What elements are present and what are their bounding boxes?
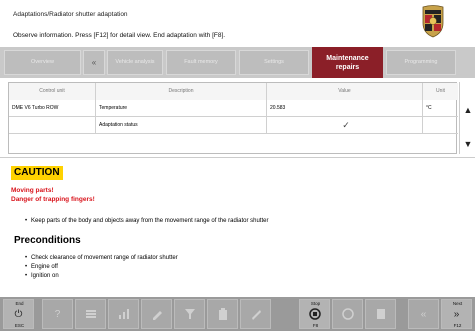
warning-moving-parts: Moving parts! — [11, 187, 54, 194]
cell-value: 20.583 — [267, 100, 423, 117]
bar-chart-icon — [118, 309, 129, 319]
tab-maintenance-repairs[interactable]: Maintenance repairs — [312, 47, 383, 78]
column-header-unit: Unit — [423, 83, 458, 100]
cell-unit — [423, 117, 458, 134]
tab-back-arrow[interactable]: « — [83, 50, 105, 75]
instruction-text: Observe information. Press [F12] for det… — [13, 32, 226, 39]
list-button[interactable] — [75, 299, 106, 329]
values-table: Control unit Description Value Unit DME … — [8, 82, 458, 154]
warning-instruction: Keep parts of the body and objects away … — [25, 218, 268, 224]
filter-button[interactable] — [174, 299, 205, 329]
column-header-description: Description — [96, 83, 267, 100]
tools-button[interactable] — [240, 299, 271, 329]
warning-trapping-fingers: Danger of trapping fingers! — [11, 196, 95, 203]
help-icon: ? — [54, 308, 61, 320]
wrench-icon — [251, 310, 261, 320]
function-toolbar: End ⏻ ESC ? Stop F8 « Next » F12 — [0, 297, 475, 331]
stop-icon — [308, 308, 321, 320]
document-button[interactable] — [365, 299, 396, 329]
tab-settings[interactable]: Settings — [239, 50, 309, 75]
header: Adaptations/Radiator shutter adaptation … — [0, 0, 475, 46]
precondition-item: Check clearance of movement range of rad… — [25, 255, 178, 261]
measure-button[interactable] — [108, 299, 139, 329]
preconditions-heading: Preconditions — [14, 235, 81, 246]
table-row[interactable]: DME V6 Turbo ROW Temperature 20.583 °C — [9, 100, 458, 117]
next-button[interactable]: Next » F12 — [441, 299, 472, 329]
battery-button[interactable] — [207, 299, 238, 329]
pencil-icon — [152, 311, 162, 320]
cell-control-unit — [9, 117, 96, 134]
tab-fault-memory[interactable]: Fault memory — [166, 50, 236, 75]
stop-key-label: F8 — [312, 323, 319, 328]
checkmark-icon: ✓ — [342, 120, 350, 130]
cell-description: Temperature — [96, 100, 267, 117]
cell-description: Adaptation status — [96, 117, 267, 134]
column-header-control-unit: Control unit — [9, 83, 96, 100]
tab-programming[interactable]: Programming — [386, 50, 456, 75]
table-scrollbar: ▲ ▼ — [459, 82, 475, 154]
caution-label: CAUTION — [11, 166, 63, 180]
tab-overview[interactable]: Overview — [4, 50, 81, 75]
cell-unit: °C — [426, 105, 432, 111]
next-icon: » — [453, 308, 460, 320]
cell-value: ✓ — [267, 117, 423, 134]
edit-button[interactable] — [141, 299, 172, 329]
help-button[interactable]: ? — [42, 299, 73, 329]
filter-icon — [184, 309, 195, 319]
end-key-label: ESC — [14, 323, 25, 328]
next-key-label: F12 — [453, 323, 462, 328]
precondition-item: Engine off — [25, 264, 58, 270]
power-icon: ⏻ — [14, 308, 23, 320]
navigation-tabs: Overview « Vehicle analysis Fault memory… — [0, 47, 475, 78]
table-row[interactable]: Adaptation status ✓ — [9, 117, 458, 134]
tab-vehicle-analysis[interactable]: Vehicle analysis — [107, 50, 163, 75]
end-label: End — [15, 301, 24, 306]
stop-button[interactable]: Stop F8 — [299, 299, 330, 329]
document-icon — [376, 309, 385, 319]
back-button[interactable]: « — [408, 299, 439, 329]
list-icon — [85, 310, 96, 318]
next-label: Next — [452, 301, 463, 306]
table-header: Control unit Description Value Unit — [9, 83, 458, 100]
end-button[interactable]: End ⏻ ESC — [3, 299, 34, 329]
precondition-item: Ignition on — [25, 273, 59, 279]
column-header-value: Value — [267, 83, 423, 100]
steering-button[interactable] — [332, 299, 363, 329]
scroll-down-icon[interactable]: ▼ — [460, 134, 475, 154]
porsche-crest-icon — [422, 5, 444, 38]
stop-label: Stop — [310, 301, 321, 306]
back-icon: « — [420, 308, 427, 320]
page-title: Adaptations/Radiator shutter adaptation — [13, 11, 128, 18]
information-panel: CAUTION Moving parts! Danger of trapping… — [0, 157, 475, 296]
battery-icon — [218, 308, 227, 320]
steering-icon — [341, 308, 354, 320]
scroll-up-icon[interactable]: ▲ — [460, 100, 475, 120]
cell-control-unit: DME V6 Turbo ROW — [9, 100, 96, 117]
